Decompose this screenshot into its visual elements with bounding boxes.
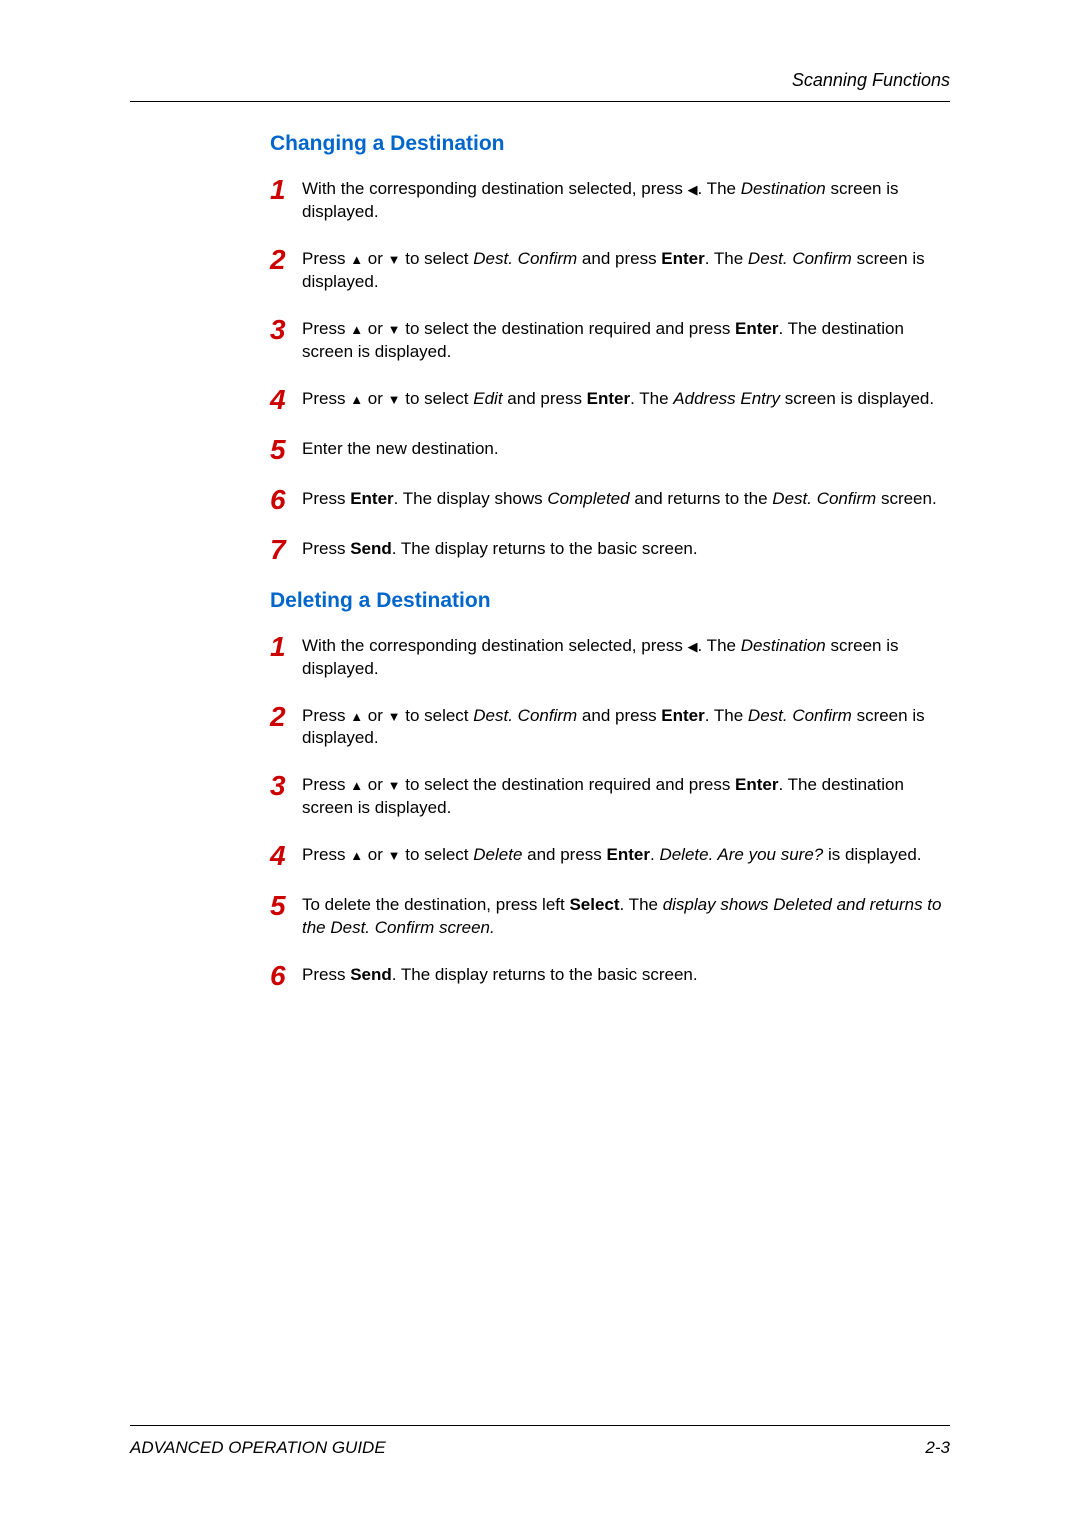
down-arrow-icon: ▼ — [388, 847, 401, 865]
page-footer: ADVANCED OPERATION GUIDE 2-3 — [130, 1425, 950, 1458]
down-arrow-icon: ▼ — [388, 391, 401, 409]
up-arrow-icon: ▲ — [350, 391, 363, 409]
document-page: Scanning Functions Changing a Destinatio… — [0, 0, 1080, 1528]
step-text: Press Send. The display returns to the b… — [302, 536, 698, 561]
step-d6: 6 Press Send. The display returns to the… — [270, 962, 950, 990]
step-text: With the corresponding destination selec… — [302, 633, 950, 681]
footer-left: ADVANCED OPERATION GUIDE — [130, 1438, 386, 1458]
up-arrow-icon: ▲ — [350, 777, 363, 795]
step-number: 3 — [270, 316, 302, 344]
step-c3: 3 Press ▲ or ▼ to select the destination… — [270, 316, 950, 364]
step-d2: 2 Press ▲ or ▼ to select Dest. Confirm a… — [270, 703, 950, 751]
step-number: 6 — [270, 962, 302, 990]
step-d5: 5 To delete the destination, press left … — [270, 892, 950, 940]
page-header: Scanning Functions — [130, 70, 950, 102]
step-c5: 5 Enter the new destination. — [270, 436, 950, 464]
down-arrow-icon: ▼ — [388, 777, 401, 795]
step-c6: 6 Press Enter. The display shows Complet… — [270, 486, 950, 514]
step-number: 2 — [270, 246, 302, 274]
step-c2: 2 Press ▲ or ▼ to select Dest. Confirm a… — [270, 246, 950, 294]
step-number: 6 — [270, 486, 302, 514]
step-number: 3 — [270, 772, 302, 800]
step-d3: 3 Press ▲ or ▼ to select the destination… — [270, 772, 950, 820]
step-number: 1 — [270, 176, 302, 204]
step-text: Press ▲ or ▼ to select Delete and press … — [302, 842, 922, 867]
step-c1: 1 With the corresponding destination sel… — [270, 176, 950, 224]
step-number: 5 — [270, 436, 302, 464]
heading-changing-destination: Changing a Destination — [270, 132, 950, 156]
step-text: Press Send. The display returns to the b… — [302, 962, 698, 987]
page-content: Changing a Destination 1 With the corres… — [130, 132, 950, 990]
left-arrow-icon: ◀ — [688, 638, 698, 656]
step-text: Press ▲ or ▼ to select Dest. Confirm and… — [302, 246, 950, 294]
step-number: 7 — [270, 536, 302, 564]
step-number: 4 — [270, 386, 302, 414]
step-d4: 4 Press ▲ or ▼ to select Delete and pres… — [270, 842, 950, 870]
down-arrow-icon: ▼ — [388, 321, 401, 339]
up-arrow-icon: ▲ — [350, 321, 363, 339]
step-c7: 7 Press Send. The display returns to the… — [270, 536, 950, 564]
up-arrow-icon: ▲ — [350, 847, 363, 865]
step-c4: 4 Press ▲ or ▼ to select Edit and press … — [270, 386, 950, 414]
step-number: 1 — [270, 633, 302, 661]
step-text: With the corresponding destination selec… — [302, 176, 950, 224]
down-arrow-icon: ▼ — [388, 251, 401, 269]
left-arrow-icon: ◀ — [688, 181, 698, 199]
step-text: Press ▲ or ▼ to select Dest. Confirm and… — [302, 703, 950, 751]
heading-deleting-destination: Deleting a Destination — [270, 589, 950, 613]
down-arrow-icon: ▼ — [388, 708, 401, 726]
header-title: Scanning Functions — [792, 70, 950, 90]
step-number: 2 — [270, 703, 302, 731]
step-text: Press ▲ or ▼ to select the destination r… — [302, 772, 950, 820]
step-text: Press ▲ or ▼ to select the destination r… — [302, 316, 950, 364]
step-text: Press ▲ or ▼ to select Edit and press En… — [302, 386, 934, 411]
up-arrow-icon: ▲ — [350, 251, 363, 269]
up-arrow-icon: ▲ — [350, 708, 363, 726]
step-text: Enter the new destination. — [302, 436, 499, 461]
step-number: 5 — [270, 892, 302, 920]
footer-page-number: 2-3 — [925, 1438, 950, 1458]
step-number: 4 — [270, 842, 302, 870]
step-text: Press Enter. The display shows Completed… — [302, 486, 937, 511]
step-d1: 1 With the corresponding destination sel… — [270, 633, 950, 681]
step-text: To delete the destination, press left Se… — [302, 892, 950, 940]
